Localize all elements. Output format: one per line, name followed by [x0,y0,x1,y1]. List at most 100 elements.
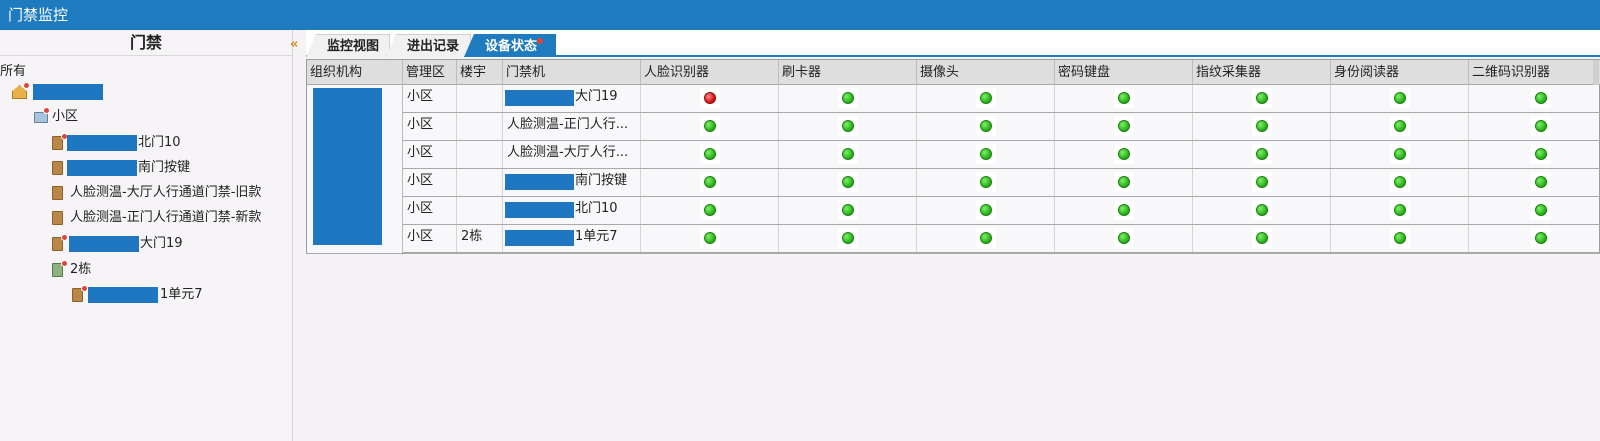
status-cell-bg [1252,200,1272,220]
status-cell [779,225,917,253]
status-cell [641,169,779,197]
tab-monitor-view[interactable]: 监控视图 [306,34,390,57]
column-header[interactable]: 身份阅读器 [1331,60,1469,85]
collapse-sidebar-icon[interactable]: « [290,37,304,53]
tab-label: 设备状态 [485,39,538,54]
door-cell: 人脸测温-正门人行... [503,113,641,141]
status-online-icon [1256,232,1268,244]
door-icon [70,285,88,303]
column-header[interactable]: 管理区 [403,60,457,85]
zone-cell: 小区 [403,85,457,113]
zone-cell: 小区 [403,225,457,253]
status-cell [1469,85,1600,113]
status-cell [1331,113,1469,141]
status-online-icon [1535,232,1547,244]
building-cell [457,141,503,169]
status-cell-bg [1531,172,1551,192]
redacted-door-name [505,174,574,190]
status-cell-bg [1252,172,1272,192]
tree-node-door[interactable]: 人脸测温-大厅人行通道门禁-旧款 [50,181,290,205]
zone-text: 小区 [407,229,434,244]
status-online-icon [1118,204,1130,216]
tab-device-status[interactable]: 设备状态 [464,34,556,57]
status-cell-bg [1252,144,1272,164]
column-header[interactable]: 楼宇 [457,60,503,85]
org-cell [307,85,403,255]
tree-node-xiaoqu[interactable]: 小区 [32,105,152,129]
status-cell [779,85,917,113]
sidebar-title: 门禁 [0,30,292,56]
status-online-icon [1394,148,1406,160]
redacted-door-name [67,135,137,151]
status-cell [1469,113,1600,141]
building-cell [457,113,503,141]
status-cell-bg [976,88,996,108]
zone-text: 小区 [407,117,434,132]
device-status-table: 组织机构 管理区 楼宇 门禁机 人脸识别器 刷卡器 摄像头 密码键盘 指纹采集器 身份阅读器 二维码… [306,59,1600,255]
status-online-icon [980,204,992,216]
status-cell-bg [838,172,858,192]
status-cell [1193,85,1331,113]
redacted-org-name [33,84,103,100]
tree-node-label: 2栋 [70,262,92,277]
door-name: 1单元7 [575,229,618,244]
status-cell-bg [1252,228,1272,248]
status-cell [1193,113,1331,141]
status-cell [917,85,1055,113]
tab-label: 进出记录 [407,39,460,54]
door-icon [50,185,66,201]
status-cell-bg [976,172,996,192]
column-header[interactable]: 门禁机 [503,60,641,85]
status-cell-bg [1390,172,1410,192]
tree-node-door[interactable]: 南门按键 [50,156,260,180]
zone-text: 小区 [407,173,434,188]
status-cell [1469,225,1600,253]
tree-node-building[interactable]: 2栋 [50,258,150,282]
status-cell [1193,169,1331,197]
tree-node-door[interactable]: 北门10 [50,131,250,155]
column-header[interactable]: 指纹采集器 [1193,60,1331,85]
status-online-icon [1394,92,1406,104]
status-online-icon [1118,176,1130,188]
tree-node-org[interactable] [12,80,162,104]
zone-text: 小区 [407,89,434,104]
tree-node-door[interactable]: 1单元7 [70,283,270,307]
status-cell [917,113,1055,141]
column-header[interactable]: 摄像头 [917,60,1055,85]
door-icon [50,133,68,151]
column-header[interactable]: 密码键盘 [1055,60,1193,85]
zone-cell: 小区 [403,197,457,225]
status-online-icon [980,120,992,132]
status-cell [641,197,779,225]
status-cell [917,141,1055,169]
status-cell [1331,85,1469,113]
status-online-icon [1535,92,1547,104]
tab-access-records[interactable]: 进出记录 [386,34,471,57]
status-cell [1193,197,1331,225]
scrollbar[interactable] [1593,60,1599,85]
column-header[interactable]: 人脸识别器 [641,60,779,85]
tree-node-door[interactable]: 大门19 [50,232,250,256]
status-cell-bg [838,144,858,164]
status-cell-bg [838,116,858,136]
status-cell [1331,225,1469,253]
status-cell [779,141,917,169]
status-cell-bg [1252,116,1272,136]
status-cell [1331,197,1469,225]
door-cell: 北门10 [503,197,641,225]
tree-node-door[interactable]: 人脸测温-正门人行通道门禁-新款 [50,206,290,230]
status-online-icon [704,232,716,244]
status-cell-bg [700,228,720,248]
status-online-icon [1394,176,1406,188]
status-cell-bg [1390,88,1410,108]
status-cell [1055,141,1193,169]
status-online-icon [842,92,854,104]
status-online-icon [842,120,854,132]
status-cell [917,169,1055,197]
status-cell [1331,169,1469,197]
status-cell [1469,197,1600,225]
column-header[interactable]: 刷卡器 [779,60,917,85]
status-cell [1055,113,1193,141]
column-header[interactable]: 二维码识别器 [1469,60,1600,85]
column-header[interactable]: 组织机构 [307,60,403,85]
